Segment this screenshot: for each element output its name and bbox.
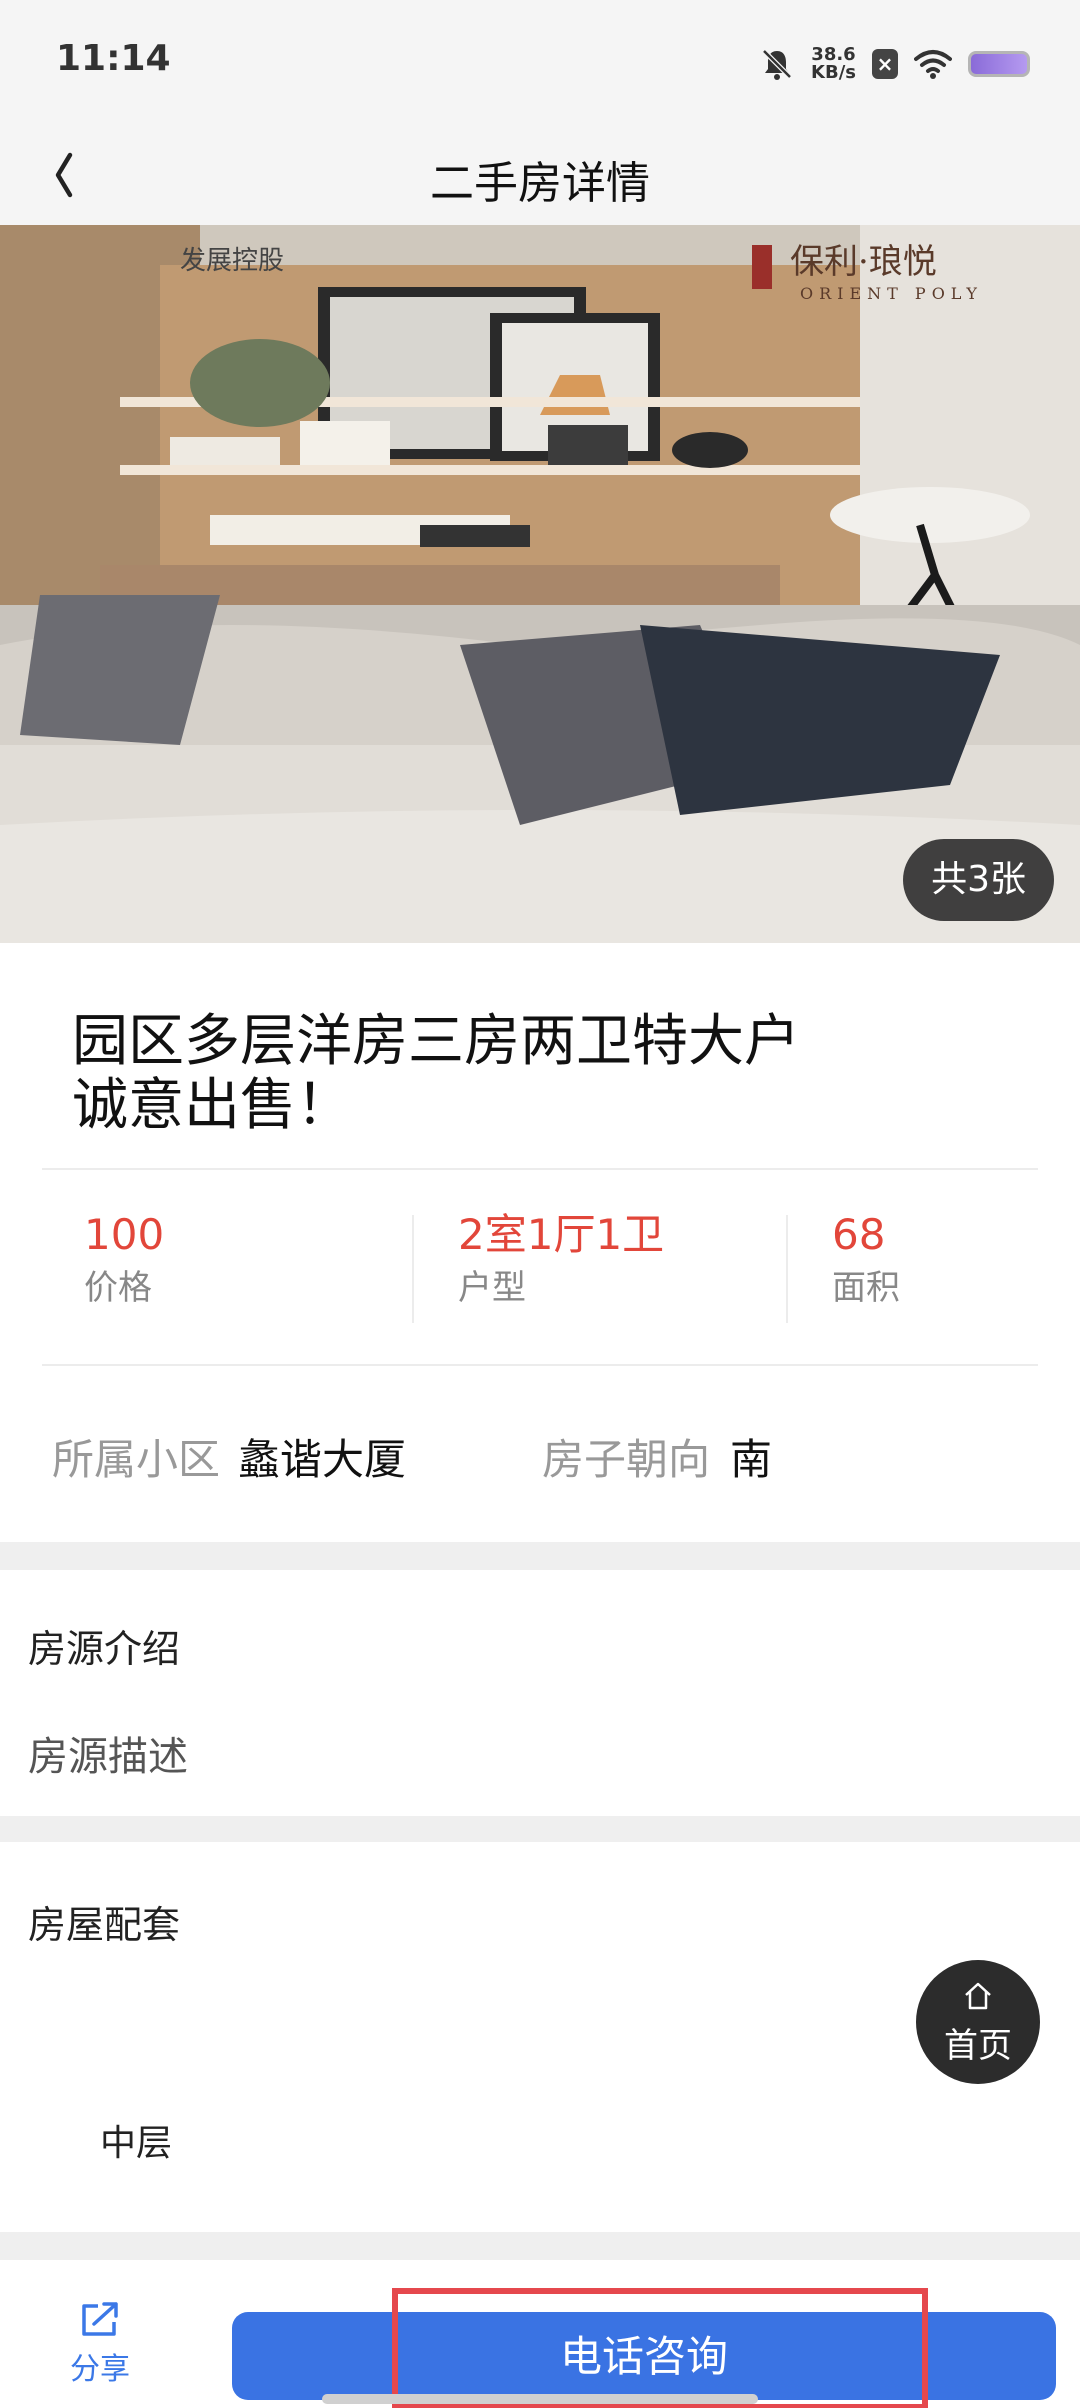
stat-area: 68 面积: [832, 1210, 900, 1310]
photo-watermark-left: 发展控股: [180, 246, 284, 276]
bell-muted-icon: [762, 49, 792, 80]
listing-stats: 100 价格 2室1厅1卫 户型 68 面积: [42, 1170, 1038, 1365]
share-label: 分享: [70, 2352, 130, 2387]
home-icon: [965, 1982, 991, 2010]
page-title: 二手房详情: [430, 158, 650, 209]
wifi-icon: [914, 50, 952, 79]
amenity-item: 中层: [100, 2123, 173, 2164]
share-icon: [82, 2302, 118, 2336]
divider: [42, 1364, 1038, 1366]
stat-price: 100 价格: [84, 1210, 164, 1310]
nav-header: 二手房详情: [0, 125, 1080, 225]
listing-title: 园区多层洋房三房两卫特大户 诚意出售！: [72, 1010, 832, 1138]
listing-info-row: 所属小区 蠡谐大厦 房子朝向 南: [52, 1426, 1032, 1486]
home-indicator: [322, 2394, 758, 2404]
close-box-icon: ×: [872, 49, 898, 79]
status-icons: 38.6 KB/s ×: [759, 40, 1030, 88]
home-fab-label: 首页: [944, 2026, 1012, 2066]
brand-logo-mark: [752, 245, 772, 289]
net-speed-unit: KB/s: [811, 62, 856, 83]
orientation-value: 南: [730, 1435, 773, 1484]
stat-divider: [412, 1215, 414, 1323]
stat-area-label: 面积: [832, 1268, 900, 1308]
stat-layout-label: 户型: [458, 1268, 526, 1308]
stat-price-value: 100: [84, 1210, 165, 1259]
photo-gallery[interactable]: 发展控股 保利·琅悦 ORIENT POLY 共3张: [0, 225, 1080, 943]
share-button[interactable]: 分享: [50, 2300, 150, 2400]
section-separator: [0, 1542, 1080, 1570]
status-time: 11:14: [56, 38, 171, 79]
intro-heading: 房源介绍: [28, 1627, 181, 1671]
description-label: 房源描述: [28, 1734, 188, 1780]
stat-price-label: 价格: [84, 1268, 152, 1308]
photo-brand-en: ORIENT POLY: [800, 284, 983, 303]
listing-title-line1: 园区多层洋房三房两卫特大户: [72, 1009, 800, 1074]
stat-layout: 2室1厅1卫 户型: [458, 1210, 664, 1310]
section-separator: [0, 1816, 1080, 1842]
home-fab-button[interactable]: 首页: [916, 1960, 1040, 2084]
status-bar: 11:14 38.6 KB/s ×: [0, 0, 1080, 125]
battery-icon: [968, 51, 1030, 77]
stat-area-value: 68: [832, 1210, 886, 1259]
page: 11:14 38.6 KB/s × 二手房详情 发展控股 保利·琅悦 ORIEN…: [0, 0, 1080, 2408]
community-value: 蠡谐大厦: [238, 1435, 407, 1484]
listing-title-line2: 诚意出售！: [72, 1073, 352, 1138]
photo-count-badge[interactable]: 共3张: [903, 839, 1054, 921]
amenities-heading: 房屋配套: [28, 1903, 181, 1947]
photo-brand-cn: 保利·琅悦: [790, 242, 937, 282]
stat-divider: [786, 1215, 788, 1323]
stat-layout-value: 2室1厅1卫: [458, 1210, 665, 1259]
community-label: 所属小区: [52, 1435, 221, 1484]
highlight-box: [392, 2288, 928, 2408]
listing-photo: 发展控股 保利·琅悦 ORIENT POLY: [0, 225, 1080, 943]
orientation-label: 房子朝向: [542, 1435, 711, 1484]
section-separator: [0, 2232, 1080, 2260]
net-speed: 38.6 KB/s: [811, 46, 856, 82]
